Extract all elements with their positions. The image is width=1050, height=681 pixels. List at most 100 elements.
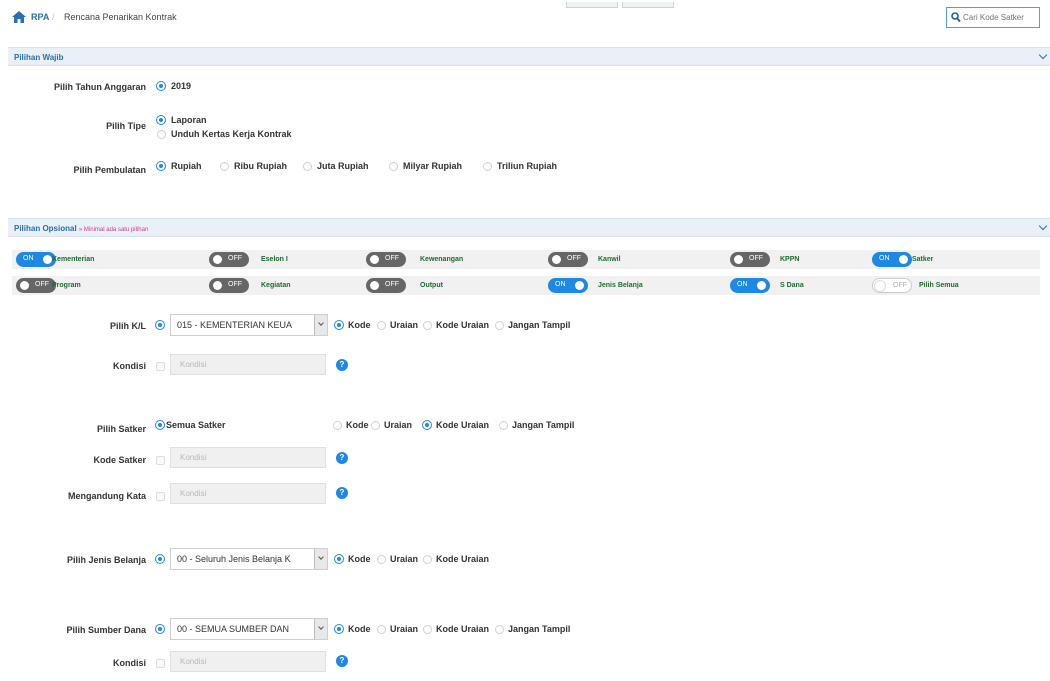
kl-display-radio-uraian[interactable] <box>377 321 386 330</box>
tipe-radio-laporan[interactable] <box>157 116 165 124</box>
pembulatan-option-ribu: Ribu Rupiah <box>234 161 287 171</box>
dropdown-arrow-icon[interactable] <box>314 619 327 639</box>
home-icon[interactable] <box>12 11 26 23</box>
jb-display-radio-uraian[interactable] <box>377 555 386 564</box>
mengandung-kata-placeholder: Kondisi <box>180 489 207 498</box>
kl-display-radio-kode[interactable] <box>335 321 343 329</box>
tahun-radio[interactable] <box>157 82 165 90</box>
help-icon[interactable]: ? <box>336 452 348 464</box>
kl-display-radio-kode-uraian[interactable] <box>423 321 432 330</box>
pembulatan-radio-juta[interactable] <box>303 162 312 171</box>
satker-all-radio[interactable] <box>156 421 164 429</box>
toggle-switch[interactable]: OFF <box>209 278 249 293</box>
pembulatan-radio-milyar[interactable] <box>389 162 398 171</box>
pembulatan-option-triliun: Triliun Rupiah <box>497 161 557 171</box>
toggle-switch[interactable]: ON <box>16 252 56 267</box>
kode-satker-checkbox[interactable] <box>156 456 165 465</box>
help-icon[interactable]: ? <box>336 487 348 499</box>
jenis-belanja-select[interactable]: 00 - Seluruh Jenis Belanja K <box>170 548 328 570</box>
search-input[interactable] <box>963 10 1037 25</box>
tahun-value: 2019 <box>171 81 192 91</box>
jb-display-radio-kode[interactable] <box>335 555 343 563</box>
satker-all-option: Semua Satker <box>166 420 226 430</box>
sumber-dana-radio[interactable] <box>156 625 164 633</box>
toggle-knob <box>43 255 52 264</box>
section-header-opsional[interactable]: Pilihan Opsional » Minimal ada satu pili… <box>8 218 1050 237</box>
kl-radio[interactable] <box>156 321 164 329</box>
mengandung-kata-checkbox[interactable] <box>156 492 165 501</box>
toggle-switch[interactable]: ON <box>872 252 912 267</box>
toggle-state-text: OFF <box>567 255 581 262</box>
jenis-belanja-label: Pilih Jenis Belanja <box>66 555 146 565</box>
sd-display-radio-kode-uraian[interactable] <box>423 625 432 634</box>
help-icon[interactable]: ? <box>336 359 348 371</box>
jb-display-radio-kode-uraian[interactable] <box>423 555 432 564</box>
toggle-label: Kegiatan <box>261 282 291 289</box>
toggle-switch[interactable]: OFF <box>366 252 406 267</box>
sd-display-jangan: Jangan Tampil <box>508 624 571 634</box>
pembulatan-radio-ribu[interactable] <box>220 162 229 171</box>
satker-display-radio-kode[interactable] <box>333 421 342 430</box>
tipe-label: Pilih Tipe <box>106 121 146 131</box>
chevron-down-icon[interactable] <box>1038 50 1048 60</box>
sd-display-radio-kode[interactable] <box>335 625 343 633</box>
search-box[interactable] <box>946 7 1040 28</box>
satker-display-uraian: Uraian <box>384 420 413 430</box>
toggle-switch[interactable]: OFF <box>366 278 406 293</box>
kl-select[interactable]: 015 - KEMENTERIAN KEUA <box>170 314 328 336</box>
toggle-state-text: ON <box>737 281 748 288</box>
satker-label: Pilih Satker <box>96 424 146 434</box>
tahun-label: Pilih Tahun Anggaran <box>54 82 146 92</box>
toggle-label: KPPN <box>780 256 800 263</box>
toggle-knob <box>874 280 886 292</box>
kode-satker-placeholder: Kondisi <box>180 453 207 462</box>
section-header-wajib[interactable]: Pilihan Wajib <box>8 47 1050 66</box>
jenis-belanja-select-value: 00 - Seluruh Jenis Belanja K <box>177 554 291 564</box>
satker-display-radio-jangan[interactable] <box>499 421 508 430</box>
toggle-state-text: OFF <box>893 282 907 289</box>
kode-satker-input[interactable]: Kondisi <box>170 447 326 468</box>
toggle-switch[interactable]: OFF <box>872 278 912 293</box>
toggle-switch[interactable]: ON <box>548 278 588 293</box>
toggle-label: Satker <box>912 256 934 263</box>
breadcrumb-separator: / <box>52 12 55 22</box>
toggle-state-text: OFF <box>35 281 49 288</box>
chevron-down-icon[interactable] <box>1038 221 1048 231</box>
top-tab[interactable] <box>622 2 674 8</box>
sd-display-radio-jangan[interactable] <box>495 625 504 634</box>
sd-display-radio-uraian[interactable] <box>377 625 386 634</box>
satker-display-radio-uraian[interactable] <box>371 421 380 430</box>
tipe-radio-unduh[interactable] <box>157 130 166 139</box>
pembulatan-radio-triliun[interactable] <box>483 162 492 171</box>
sumber-dana-select[interactable]: 00 - SEMUA SUMBER DAN <box>170 618 328 640</box>
search-icon <box>951 12 961 23</box>
help-icon[interactable]: ? <box>336 655 348 667</box>
dropdown-arrow-icon[interactable] <box>314 315 327 335</box>
toggle-state-text: ON <box>879 255 890 262</box>
toggle-switch[interactable]: ON <box>730 278 770 293</box>
breadcrumb-root-link[interactable]: RPA <box>31 12 49 22</box>
top-tab[interactable] <box>566 2 618 8</box>
kl-kondisi-checkbox[interactable] <box>156 362 165 371</box>
satker-display-kode-uraian: Kode Uraian <box>436 420 490 430</box>
jenis-belanja-radio[interactable] <box>156 555 164 563</box>
sd-kondisi-checkbox[interactable] <box>156 659 165 668</box>
mengandung-kata-input[interactable]: Kondisi <box>170 483 326 504</box>
toggle-switch[interactable]: OFF <box>16 278 56 293</box>
kl-kondisi-input[interactable]: Kondisi <box>170 354 326 375</box>
toggle-switch[interactable]: OFF <box>548 252 588 267</box>
toggle-knob <box>757 281 766 290</box>
toggle-label: Pilih Semua <box>919 282 959 289</box>
toggle-state-text: ON <box>23 255 34 262</box>
pembulatan-radio-rupiah[interactable] <box>157 162 165 170</box>
dropdown-arrow-icon[interactable] <box>314 549 327 569</box>
sd-display-uraian: Uraian <box>390 624 419 634</box>
sd-kondisi-input[interactable]: Kondisi <box>170 651 326 672</box>
toggle-switch[interactable]: OFF <box>730 252 770 267</box>
kl-display-kode-uraian: Kode Uraian <box>436 320 490 330</box>
sd-kondisi-placeholder: Kondisi <box>180 657 207 666</box>
toggle-switch[interactable]: OFF <box>209 252 249 267</box>
toggle-label: S Dana <box>780 282 804 289</box>
kl-display-radio-jangan[interactable] <box>495 321 504 330</box>
satker-display-radio-kode-uraian[interactable] <box>423 421 431 429</box>
